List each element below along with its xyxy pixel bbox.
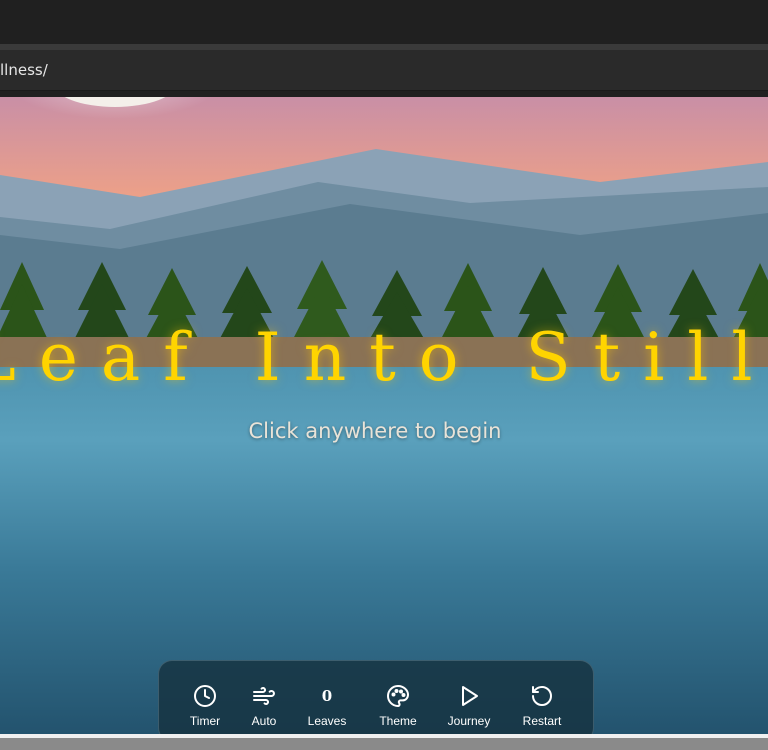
restart-button[interactable]: Restart	[512, 661, 572, 734]
journey-button[interactable]: Journey	[439, 661, 499, 734]
horizontal-scrollbar[interactable]	[0, 738, 768, 750]
restart-label: Restart	[522, 714, 562, 728]
browser-titlebar	[0, 0, 768, 44]
wind-icon	[251, 683, 277, 709]
scene-title: Leaf Into Stillness	[0, 319, 768, 396]
timer-button[interactable]: Timer	[175, 661, 235, 734]
palette-icon	[385, 683, 411, 709]
theme-label: Theme	[379, 714, 417, 728]
address-bar[interactable]: llness/	[0, 50, 768, 91]
url-text[interactable]: llness/	[0, 61, 48, 79]
timer-label: Timer	[189, 714, 221, 728]
restart-icon	[529, 683, 555, 709]
scene-canvas[interactable]: Leaf Into Stillness Click anywhere to be…	[0, 97, 768, 734]
leaves-count: 0	[321, 687, 333, 705]
control-toolbar: Timer Auto 0 Leaves Theme Journey Restar…	[158, 660, 594, 734]
auto-label: Auto	[251, 714, 277, 728]
theme-button[interactable]: Theme	[368, 661, 428, 734]
play-icon	[456, 683, 482, 709]
leaves-label: Leaves	[307, 714, 347, 728]
auto-button[interactable]: Auto	[234, 661, 294, 734]
landscape-scene	[0, 97, 768, 734]
leaves-counter[interactable]: 0 Leaves	[297, 661, 357, 734]
journey-label: Journey	[447, 714, 491, 728]
clock-icon	[192, 683, 218, 709]
start-prompt[interactable]: Click anywhere to begin	[0, 419, 750, 443]
